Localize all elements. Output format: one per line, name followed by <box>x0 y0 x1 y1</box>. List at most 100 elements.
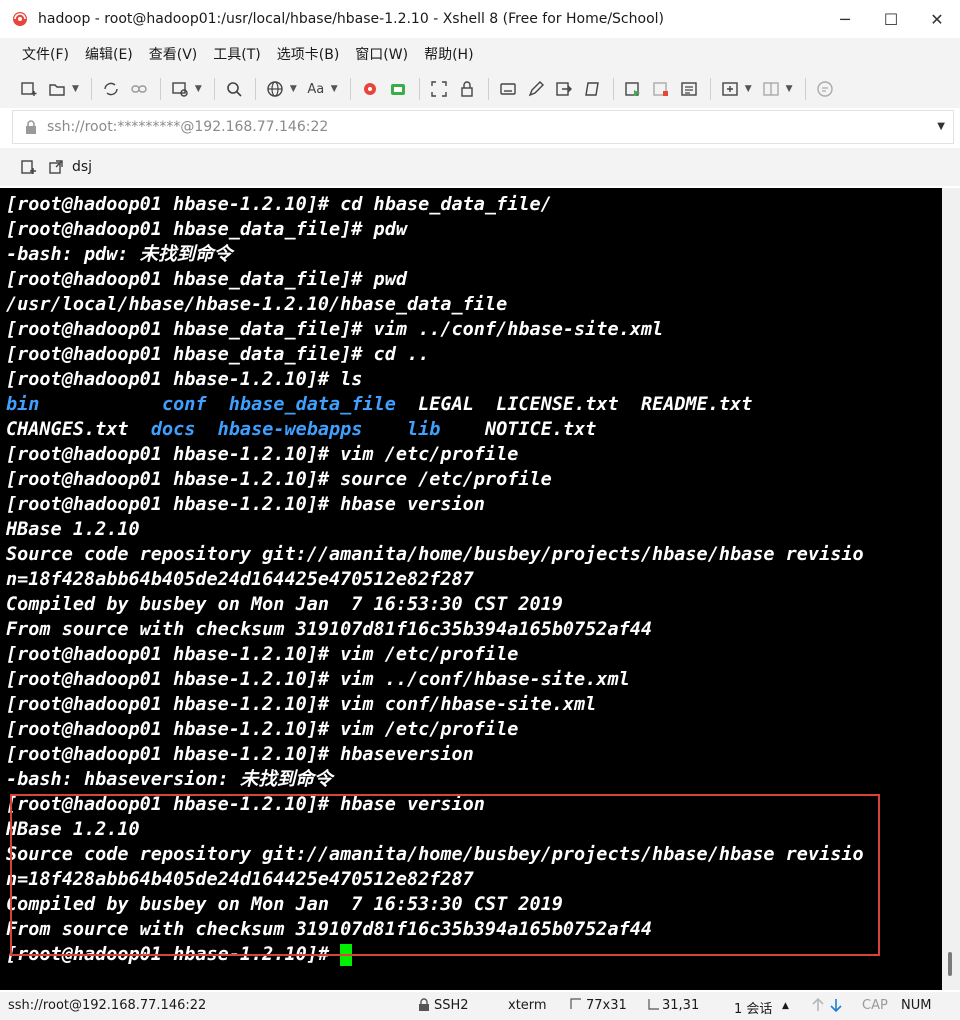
ls-entry: lib <box>407 419 441 440</box>
status-position: 31,31 <box>662 998 700 1013</box>
menu-tabs[interactable]: 选项卡(B) <box>269 44 348 64</box>
terminal-line: [root@hadoop01 hbase-1.2.10]# ls <box>6 369 363 390</box>
chevron-down-icon[interactable]: ▼ <box>786 84 793 94</box>
log-list-icon[interactable] <box>676 76 702 102</box>
ls-entry: LICENSE.txt <box>496 394 619 415</box>
toolbar-divider <box>349 78 351 100</box>
address-bar[interactable]: ssh://root:*********@192.168.77.146:22 ▼ <box>12 110 954 144</box>
chat-icon[interactable] <box>812 76 838 102</box>
reconnect-icon[interactable] <box>98 76 124 102</box>
chevron-down-icon[interactable]: ▼ <box>331 84 338 94</box>
font-icon[interactable]: Aa <box>303 76 329 102</box>
menu-help[interactable]: 帮助(H) <box>416 44 481 64</box>
terminal-output: [root@hadoop01 hbase-1.2.10]# cd hbase_d… <box>6 192 864 967</box>
chevron-down-icon[interactable]: ▼ <box>937 121 945 132</box>
terminal-line: -bash: pdw: 未找到命令 <box>6 244 233 265</box>
send-file-icon[interactable] <box>551 76 577 102</box>
status-terminal-type: xterm <box>508 998 547 1013</box>
toolbar-divider <box>709 78 711 100</box>
terminal-line: Compiled by busbey on Mon Jan 7 16:53:30… <box>6 894 563 915</box>
terminal-line: [root@hadoop01 hbase-1.2.10]# hbase vers… <box>6 494 485 515</box>
chevron-down-icon[interactable]: ▼ <box>745 84 752 94</box>
toolbar-divider <box>254 78 256 100</box>
terminal-line: [root@hadoop01 hbase-1.2.10]# hbase vers… <box>6 794 485 815</box>
toolbar-divider <box>487 78 489 100</box>
upload-arrow-icon <box>812 997 824 1016</box>
minimize-button[interactable]: ─ <box>822 0 868 38</box>
terminal-line: Compiled by busbey on Mon Jan 7 16:53:30… <box>6 594 563 615</box>
menu-bar: 文件(F) 编辑(E) 查看(V) 工具(T) 选项卡(B) 窗口(W) 帮助(… <box>0 38 960 70</box>
scrollbar-thumb[interactable] <box>948 952 952 976</box>
xftp-icon[interactable] <box>385 76 411 102</box>
search-icon[interactable] <box>221 76 247 102</box>
menu-window[interactable]: 窗口(W) <box>347 44 416 64</box>
menu-edit[interactable]: 编辑(E) <box>77 44 141 64</box>
resize-icon <box>570 998 582 1014</box>
tab-dsj[interactable]: dsj <box>72 159 92 175</box>
chevron-down-icon[interactable]: ▼ <box>72 84 79 94</box>
terminal-line: [root@hadoop01 hbase_data_file]# vim ../… <box>6 319 664 340</box>
status-num: NUM <box>901 998 932 1013</box>
globe-icon[interactable] <box>262 76 288 102</box>
status-caps: CAP <box>862 998 888 1013</box>
chevron-up-icon[interactable]: ▲ <box>782 1001 789 1011</box>
status-sessions[interactable]: 1 会话 <box>734 998 772 1017</box>
terminal-line: [root@hadoop01 hbase-1.2.10]# vim /etc/p… <box>6 719 519 740</box>
terminal-line: -bash: hbaseversion: 未找到命令 <box>6 769 333 790</box>
link-icon[interactable] <box>126 76 152 102</box>
menu-tools[interactable]: 工具(T) <box>205 44 268 64</box>
fullscreen-icon[interactable] <box>426 76 452 102</box>
terminal-line: n=18f428abb64b405de24d164425e470512e82f2… <box>6 869 474 890</box>
new-tab-icon[interactable] <box>717 76 743 102</box>
terminal-line: [root@hadoop01 hbase-1.2.10]# cd hbase_d… <box>6 194 552 215</box>
status-bar: ssh://root@192.168.77.146:22 SSH2 xterm … <box>0 992 960 1020</box>
close-button[interactable]: ✕ <box>914 0 960 38</box>
lock-icon <box>23 119 39 135</box>
address-input[interactable]: ssh://root:*********@192.168.77.146:22 <box>47 119 328 135</box>
ls-entry: README.txt <box>640 394 753 415</box>
ls-entry: CHANGES.txt <box>6 419 129 440</box>
chevron-down-icon[interactable]: ▼ <box>195 84 202 94</box>
terminal-line: From source with checksum 319107d81f16c3… <box>6 919 653 940</box>
session-manager-icon[interactable] <box>18 157 38 177</box>
open-folder-icon[interactable] <box>44 76 70 102</box>
cursor-position-icon <box>648 998 660 1014</box>
layout-icon[interactable] <box>758 76 784 102</box>
start-log-icon[interactable] <box>620 76 646 102</box>
toolbar-divider <box>90 78 92 100</box>
ls-entry: docs <box>150 419 196 440</box>
download-arrow-icon <box>830 998 842 1016</box>
menu-file[interactable]: 文件(F) <box>14 44 77 64</box>
window-title: hadoop - root@hadoop01:/usr/local/hbase/… <box>38 11 664 27</box>
maximize-button[interactable]: ☐ <box>868 0 914 38</box>
ls-entry: hbase-webapps <box>217 419 363 440</box>
terminal-line: [root@hadoop01 hbase-1.2.10]# hbaseversi… <box>6 744 474 765</box>
terminal-line: [root@hadoop01 hbase_data_file]# pdw <box>6 219 407 240</box>
properties-icon[interactable] <box>167 76 193 102</box>
xshell-icon[interactable] <box>357 76 383 102</box>
terminal-scrollbar[interactable] <box>942 188 960 990</box>
chevron-down-icon[interactable]: ▼ <box>290 84 297 94</box>
menu-view[interactable]: 查看(V) <box>141 44 206 64</box>
ls-entry: bin <box>6 394 40 415</box>
script-icon[interactable] <box>579 76 605 102</box>
terminal-line: HBase 1.2.10 <box>6 819 140 840</box>
terminal-line: Source code repository git://amanita/hom… <box>6 844 864 865</box>
new-session-icon[interactable] <box>16 76 42 102</box>
terminal[interactable]: [root@hadoop01 hbase-1.2.10]# cd hbase_d… <box>0 188 942 990</box>
terminal-line: /usr/local/hbase/hbase-1.2.10/hbase_data… <box>6 294 508 315</box>
terminal-line: [root@hadoop01 hbase-1.2.10]# vim /etc/p… <box>6 444 519 465</box>
tab-bar: dsj <box>0 148 960 186</box>
terminal-line: [root@hadoop01 hbase-1.2.10]# vim /etc/p… <box>6 644 519 665</box>
ls-output-row: CHANGES.txt docs hbase-webapps lib NOTIC… <box>6 417 864 442</box>
terminal-line: [root@hadoop01 hbase_data_file]# cd .. <box>6 344 430 365</box>
status-protocol: SSH2 <box>434 998 469 1013</box>
compose-icon[interactable] <box>523 76 549 102</box>
terminal-line: From source with checksum 319107d81f16c3… <box>6 619 653 640</box>
tab-external-icon[interactable] <box>46 157 66 177</box>
stop-log-icon[interactable] <box>648 76 674 102</box>
lock-icon[interactable] <box>454 76 480 102</box>
keyboard-icon[interactable] <box>495 76 521 102</box>
toolbar: ▼ ▼ ▼ Aa ▼ ▼ ▼ <box>0 70 960 108</box>
terminal-line: [root@hadoop01 hbase-1.2.10]# vim conf/h… <box>6 694 597 715</box>
